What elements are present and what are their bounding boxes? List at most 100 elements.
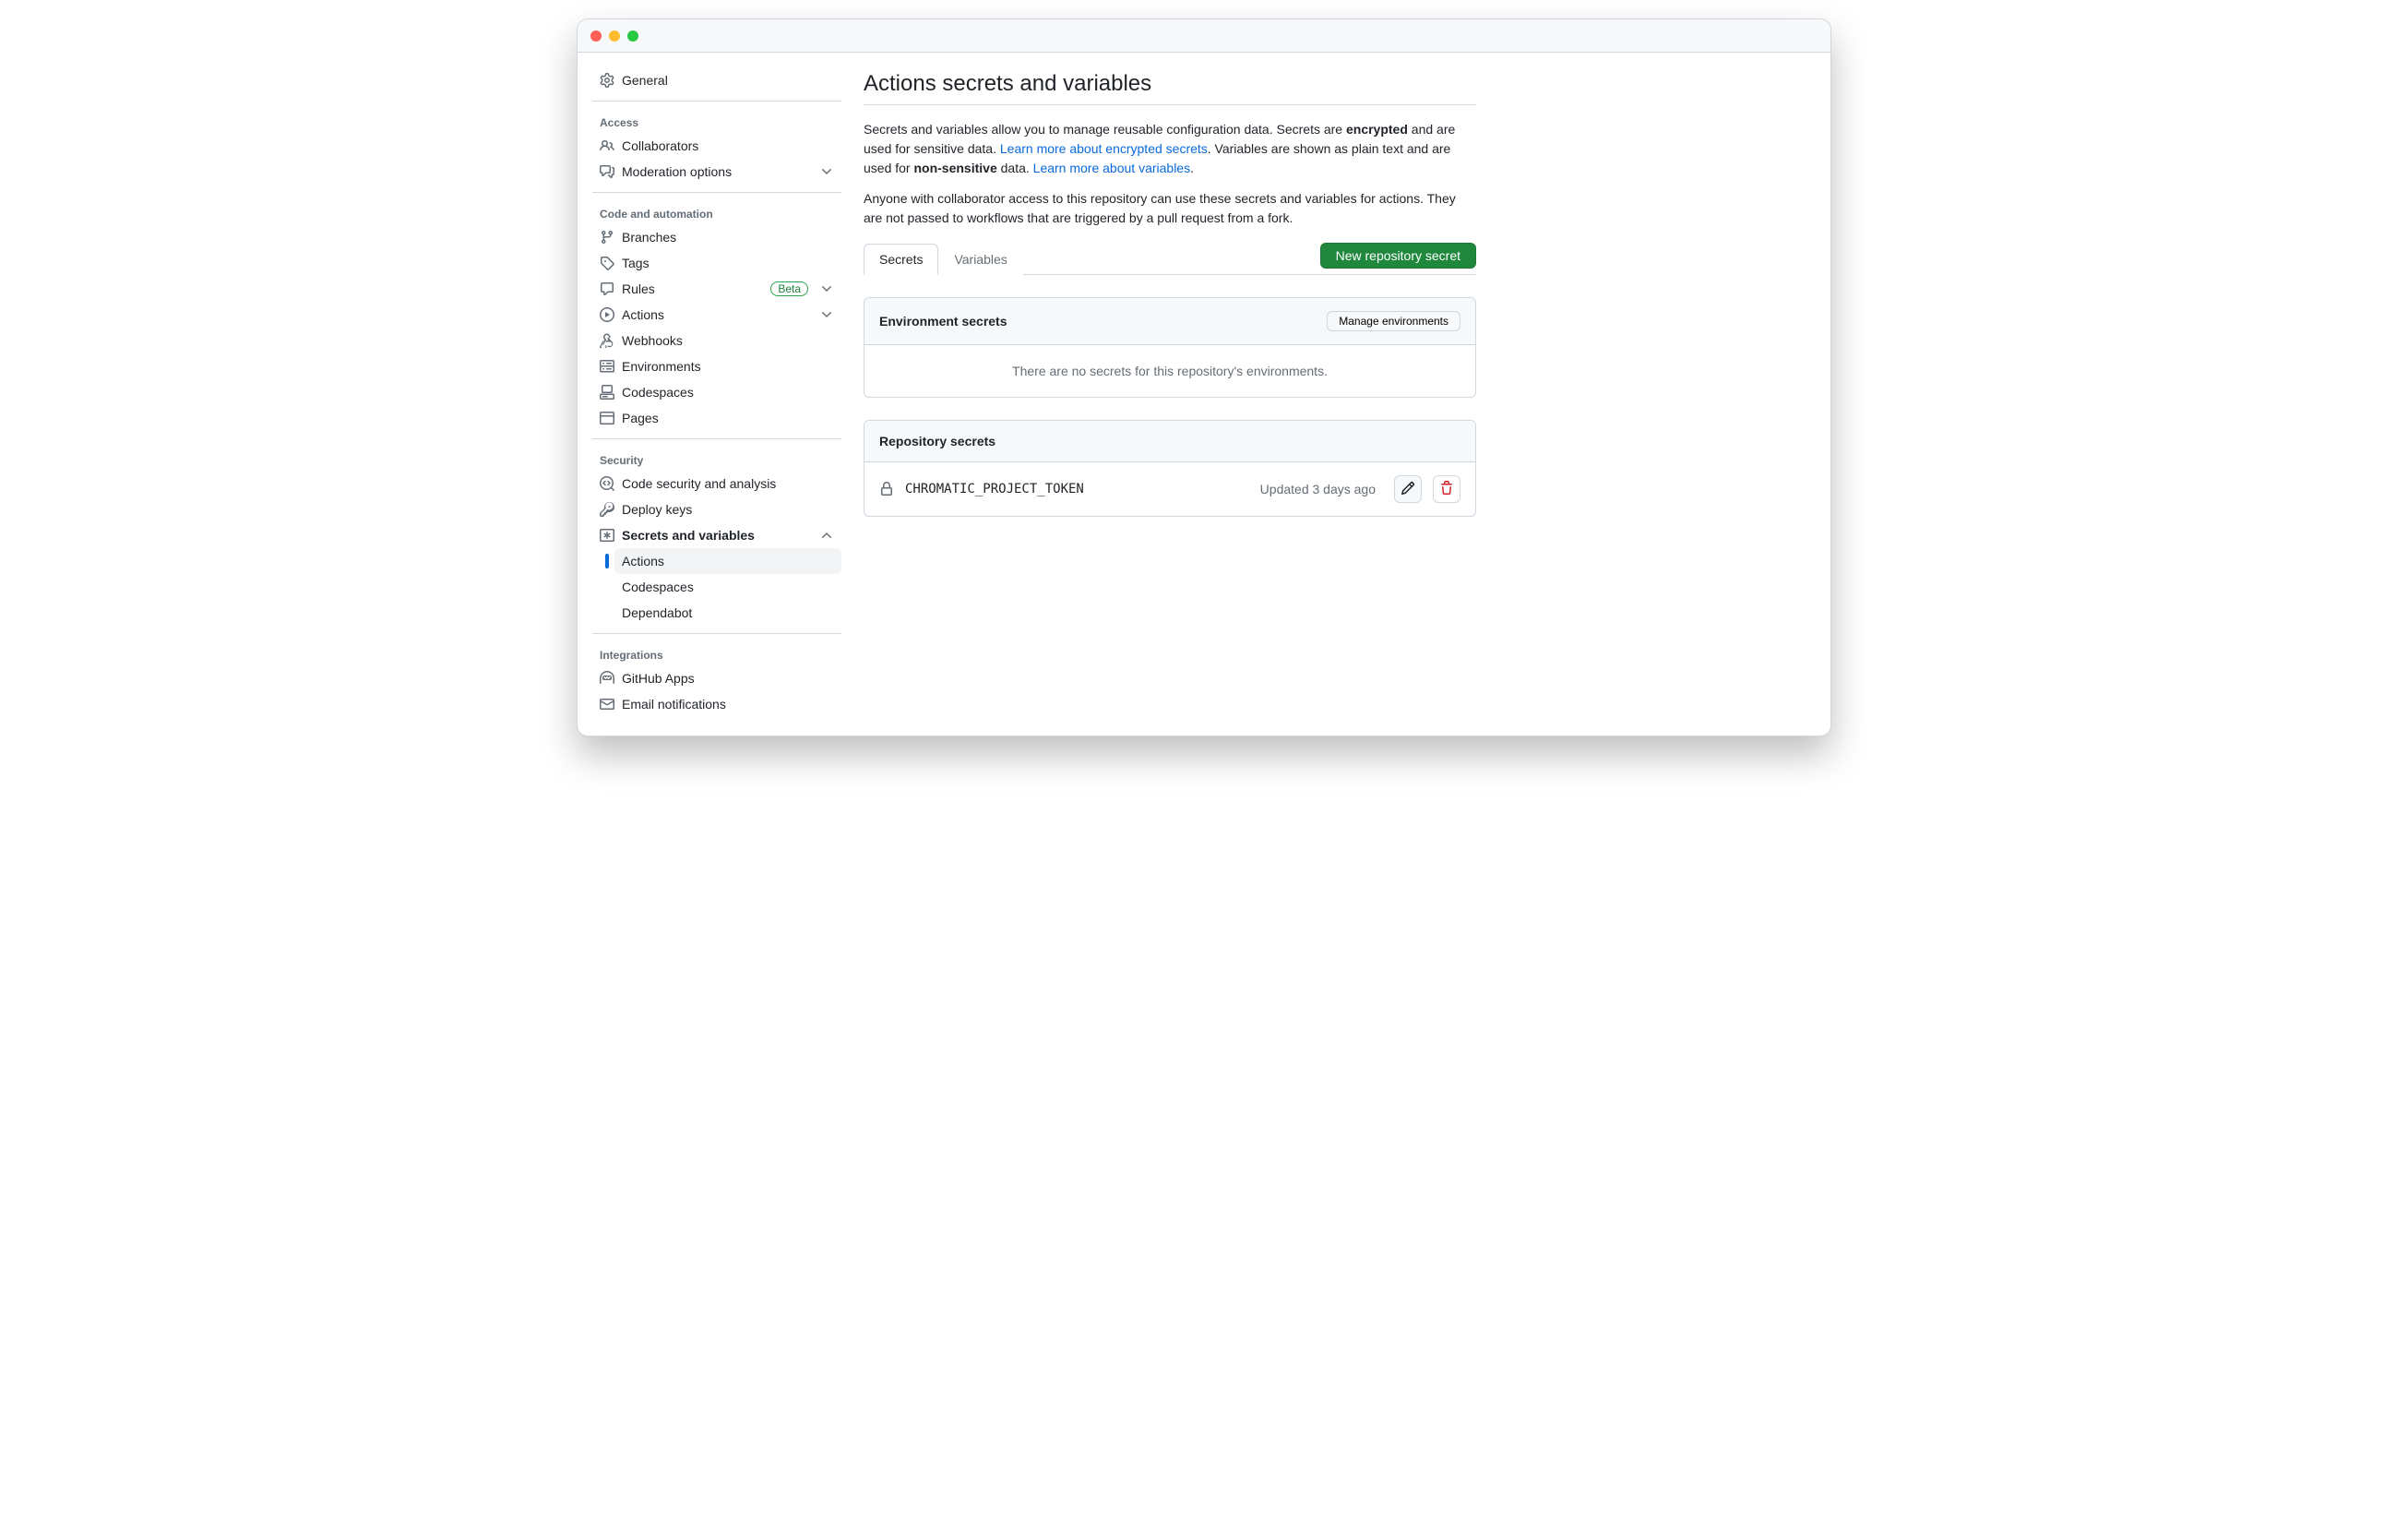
sidebar-item-tags[interactable]: Tags (592, 250, 841, 276)
sidebar-item-branches[interactable]: Branches (592, 224, 841, 250)
sidebar-item-secrets[interactable]: Secrets and variables (592, 522, 841, 548)
sidebar-item-webhooks[interactable]: Webhooks (592, 328, 841, 353)
sidebar-item-label: Secrets and variables (622, 528, 812, 543)
sidebar-item-collaborators[interactable]: Collaborators (592, 133, 841, 159)
sidebar-item-codespaces[interactable]: Codespaces (592, 379, 841, 405)
divider (592, 633, 841, 634)
minimize-window-button[interactable] (609, 30, 620, 42)
panel-header: Repository secrets (864, 421, 1475, 462)
sidebar-item-label: Codespaces (622, 385, 834, 400)
mail-icon (600, 697, 614, 712)
sidebar-item-label: General (622, 73, 834, 88)
sidebar-heading-integrations: Integrations (592, 641, 841, 665)
sidebar-item-label: Email notifications (622, 697, 834, 712)
title-divider (864, 104, 1476, 105)
sidebar-item-label: Pages (622, 411, 834, 425)
desc-text: . (1190, 161, 1194, 175)
sidebar-item-label: Actions (622, 554, 834, 568)
sidebar-item-label: GitHub Apps (622, 671, 834, 686)
page-title: Actions secrets and variables (864, 71, 1476, 97)
maximize-window-button[interactable] (627, 30, 638, 42)
delete-secret-button[interactable] (1433, 475, 1460, 503)
sidebar-item-label: Deploy keys (622, 502, 834, 517)
sidebar-item-actions[interactable]: Actions (592, 302, 841, 328)
git-branch-icon (600, 230, 614, 245)
chevron-down-icon (819, 281, 834, 296)
sidebar-item-pages[interactable]: Pages (592, 405, 841, 431)
webhook-icon (600, 333, 614, 348)
sidebar-item-label: Moderation options (622, 164, 812, 179)
sidebar-item-environments[interactable]: Environments (592, 353, 841, 379)
chevron-up-icon (819, 528, 834, 543)
sidebar-item-label: Branches (622, 230, 834, 245)
titlebar (578, 19, 1830, 53)
learn-more-secrets-link[interactable]: Learn more about encrypted secrets (1000, 141, 1208, 156)
app-window: General Access Collaborators Moderation … (577, 18, 1831, 736)
sidebar-item-label: Tags (622, 256, 834, 270)
empty-state-text: There are no secrets for this repository… (864, 345, 1475, 397)
browser-icon (600, 411, 614, 425)
pencil-icon (1401, 481, 1415, 498)
repository-secrets-panel: Repository secrets CHROMATIC_PROJECT_TOK… (864, 420, 1476, 517)
trash-icon (1439, 481, 1454, 498)
comment-discussion-icon (600, 164, 614, 179)
sidebar-submenu-secrets: Actions Codespaces Dependabot (592, 548, 841, 626)
chevron-down-icon (819, 164, 834, 179)
desc-text: data. (997, 161, 1033, 175)
sidebar-item-label: Rules (622, 281, 763, 296)
sidebar-item-general[interactable]: General (592, 67, 841, 93)
panel-header: Environment secrets Manage environments (864, 298, 1475, 345)
secret-updated-text: Updated 3 days ago (1260, 482, 1376, 496)
divider (592, 438, 841, 439)
codescan-icon (600, 476, 614, 491)
tab-row: Secrets Variables New repository secret (864, 243, 1476, 275)
sidebar-item-label: Dependabot (622, 605, 834, 620)
tag-icon (600, 256, 614, 270)
traffic-lights (590, 30, 638, 42)
play-icon (600, 307, 614, 322)
sidebar-item-moderation[interactable]: Moderation options (592, 159, 841, 185)
close-window-button[interactable] (590, 30, 602, 42)
sidebar-item-label: Collaborators (622, 138, 834, 153)
learn-more-variables-link[interactable]: Learn more about variables (1033, 161, 1190, 175)
key-asterisk-icon (600, 528, 614, 543)
codespaces-icon (600, 385, 614, 400)
panel-title: Repository secrets (879, 434, 1460, 449)
panel-title: Environment secrets (879, 314, 1327, 329)
tab-variables[interactable]: Variables (938, 244, 1022, 275)
divider (592, 192, 841, 193)
sidebar-subitem-actions[interactable]: Actions (614, 548, 841, 574)
sidebar-item-email[interactable]: Email notifications (592, 691, 841, 717)
sidebar-item-label: Actions (622, 307, 812, 322)
beta-badge: Beta (770, 281, 808, 296)
sidebar-item-code-security[interactable]: Code security and analysis (592, 471, 841, 496)
sidebar-item-rules[interactable]: Rules Beta (592, 276, 841, 302)
new-repository-secret-button[interactable]: New repository secret (1320, 243, 1476, 269)
tab-secrets[interactable]: Secrets (864, 244, 938, 275)
secret-name: CHROMATIC_PROJECT_TOKEN (905, 482, 1249, 496)
manage-environments-button[interactable]: Manage environments (1327, 311, 1460, 331)
divider (592, 101, 841, 102)
gear-icon (600, 73, 614, 88)
description-paragraph-2: Anyone with collaborator access to this … (864, 189, 1476, 228)
repo-push-icon (600, 281, 614, 296)
content: General Access Collaborators Moderation … (578, 53, 1830, 736)
settings-sidebar: General Access Collaborators Moderation … (578, 53, 845, 736)
sidebar-item-deploy-keys[interactable]: Deploy keys (592, 496, 841, 522)
sidebar-item-github-apps[interactable]: GitHub Apps (592, 665, 841, 691)
lock-icon (879, 482, 894, 496)
description-paragraph-1: Secrets and variables allow you to manag… (864, 120, 1476, 178)
edit-secret-button[interactable] (1394, 475, 1422, 503)
tabs: Secrets Variables (864, 243, 1320, 274)
sidebar-item-label: Code security and analysis (622, 476, 834, 491)
sidebar-heading-security: Security (592, 447, 841, 471)
server-icon (600, 359, 614, 374)
desc-bold: non-sensitive (913, 161, 996, 175)
key-icon (600, 502, 614, 517)
sidebar-subitem-dependabot[interactable]: Dependabot (614, 600, 841, 626)
sidebar-subitem-codespaces[interactable]: Codespaces (614, 574, 841, 600)
sidebar-heading-code: Code and automation (592, 200, 841, 224)
sidebar-item-label: Codespaces (622, 580, 834, 594)
hubot-icon (600, 671, 614, 686)
sidebar-heading-access: Access (592, 109, 841, 133)
